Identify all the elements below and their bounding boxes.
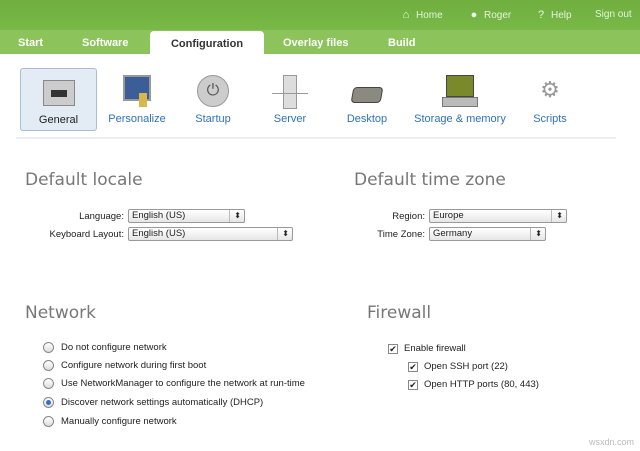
tool-label: Scripts — [533, 113, 567, 125]
network-option[interactable]: Manually configure network — [43, 416, 177, 427]
network-option[interactable]: Use NetworkManager to configure the netw… — [43, 378, 305, 389]
locale-heading: Default locale — [25, 170, 143, 190]
check-icon[interactable]: ✔ — [408, 379, 418, 390]
keyboard-select[interactable]: English (US) ⬍ — [128, 227, 293, 241]
chevron-updown-icon: ⬍ — [551, 210, 563, 222]
language-value: English (US) — [132, 210, 186, 221]
help-label: Help — [551, 9, 572, 21]
top-bar: ⌂ Home ● Roger ? Help Sign out — [0, 0, 640, 30]
help-icon: ? — [537, 9, 545, 21]
tab-software[interactable]: Software — [82, 30, 128, 54]
option-label: Use NetworkManager to configure the netw… — [61, 378, 305, 389]
tool-storage-memory[interactable]: Storage & memory — [408, 68, 512, 131]
tool-personalize[interactable]: Personalize — [104, 68, 170, 131]
region-value: Europe — [433, 210, 464, 221]
language-label: Language: — [79, 210, 124, 222]
radio[interactable] — [43, 378, 54, 389]
tz-select[interactable]: Germany ⬍ — [429, 227, 546, 241]
chevron-updown-icon: ⬍ — [229, 210, 241, 222]
gears-icon: ⚙ — [540, 77, 560, 102]
signout-label: Sign out — [595, 9, 632, 20]
memory-icon — [440, 73, 480, 109]
option-label: Manually configure network — [61, 416, 177, 427]
region-select[interactable]: Europe ⬍ — [429, 209, 567, 223]
checkbox-label: Open SSH port (22) — [424, 361, 508, 372]
tool-startup[interactable]: ⏻ Startup — [188, 68, 238, 131]
chevron-updown-icon: ⬍ — [530, 228, 542, 240]
check-icon[interactable]: ✔ — [388, 343, 398, 354]
region-label: Region: — [392, 210, 425, 222]
user-icon: ● — [470, 9, 478, 21]
firewall-heading: Firewall — [367, 303, 432, 323]
personalize-icon — [117, 73, 157, 109]
tool-label: Server — [273, 113, 307, 125]
check-icon[interactable]: ✔ — [408, 361, 418, 372]
chevron-updown-icon: ⬍ — [277, 228, 289, 240]
server-icon — [270, 73, 310, 109]
tool-desktop[interactable]: Desktop — [342, 68, 392, 131]
timezone-heading: Default time zone — [354, 170, 506, 190]
tool-label: Desktop — [346, 113, 388, 125]
tab-build[interactable]: Build — [388, 30, 416, 54]
tab-start[interactable]: Start — [18, 30, 43, 54]
home-link[interactable]: ⌂ Home — [400, 9, 443, 21]
desktop-icon — [347, 73, 387, 109]
option-label: Configure network during first boot — [61, 360, 207, 371]
keyboard-value: English (US) — [132, 228, 186, 239]
radio-selected[interactable] — [43, 397, 54, 408]
network-heading: Network — [25, 303, 96, 323]
tool-server[interactable]: Server — [265, 68, 315, 131]
user-label: Roger — [484, 9, 512, 21]
checkbox-label: Enable firewall — [404, 343, 466, 354]
checkbox-label: Open HTTP ports (80, 443) — [424, 379, 539, 390]
radio[interactable] — [43, 360, 54, 371]
tz-label: Time Zone: — [377, 228, 425, 240]
tool-label: Startup — [195, 113, 231, 125]
language-select[interactable]: English (US) ⬍ — [128, 209, 245, 223]
radio[interactable] — [43, 342, 54, 353]
network-option[interactable]: Discover network settings automatically … — [43, 397, 263, 408]
tool-general[interactable]: General — [20, 68, 97, 131]
keyboard-label: Keyboard Layout: — [49, 228, 124, 240]
ssh-port-checkbox[interactable]: ✔ Open SSH port (22) — [408, 361, 508, 372]
power-icon: ⏻ — [193, 73, 233, 109]
tool-label: Personalize — [108, 113, 166, 125]
help-link[interactable]: ? Help — [535, 9, 572, 21]
http-ports-checkbox[interactable]: ✔ Open HTTP ports (80, 443) — [408, 379, 539, 390]
enable-firewall-checkbox[interactable]: ✔ Enable firewall — [388, 343, 466, 354]
watermark: wsxdn.com — [588, 437, 634, 447]
signout-link[interactable]: Sign out — [595, 9, 632, 20]
tab-overlay-files[interactable]: Overlay files — [283, 30, 348, 54]
option-label: Do not configure network — [61, 342, 167, 353]
option-label: Discover network settings automatically … — [61, 397, 264, 408]
tool-scripts[interactable]: ⚙ Scripts — [527, 68, 573, 131]
general-icon — [39, 74, 79, 110]
home-label: Home — [416, 9, 443, 21]
home-icon: ⌂ — [402, 9, 410, 21]
tab-bar: Start Software Configuration Overlay fil… — [0, 30, 640, 54]
tz-value: Germany — [433, 228, 473, 239]
tool-label: General — [38, 114, 79, 126]
tab-configuration[interactable]: Configuration — [150, 31, 264, 54]
network-option[interactable]: Configure network during first boot — [43, 360, 206, 371]
tool-label: Storage & memory — [414, 113, 506, 125]
divider — [16, 137, 616, 139]
user-link[interactable]: ● Roger — [468, 9, 512, 21]
radio[interactable] — [43, 416, 54, 427]
network-option[interactable]: Do not configure network — [43, 342, 167, 353]
